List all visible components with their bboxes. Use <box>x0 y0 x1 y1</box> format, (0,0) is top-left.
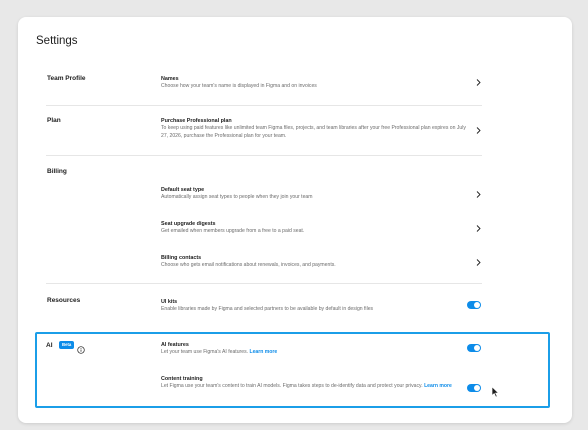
ai-features-toggle[interactable] <box>467 344 481 352</box>
chevron-right-icon[interactable] <box>474 126 483 135</box>
toggle-knob <box>474 345 480 351</box>
chevron-right-icon[interactable] <box>474 258 483 267</box>
ai-features-desc-text: Let your team use Figma's AI features. <box>161 349 249 355</box>
row-desc-names: Choose how your team's name is displayed… <box>161 83 317 89</box>
row-desc-content-training: Let Figma use your team's content to tra… <box>161 382 465 390</box>
divider <box>46 283 482 284</box>
mouse-pointer-icon <box>491 385 500 398</box>
chevron-right-icon[interactable] <box>474 190 483 199</box>
page-title: Settings <box>36 35 78 47</box>
divider <box>46 155 482 156</box>
divider <box>46 105 482 106</box>
section-label-resources: Resources <box>47 297 81 304</box>
content-training-desc-text: Let Figma use your team's content to tra… <box>161 383 423 389</box>
section-label-billing: Billing <box>47 168 67 175</box>
row-desc-ai-features: Let your team use Figma's AI features. L… <box>161 348 481 356</box>
section-label-team-profile: Team Profile <box>47 75 86 82</box>
learn-more-link[interactable]: Learn more <box>424 383 452 389</box>
chevron-right-icon[interactable] <box>474 224 483 233</box>
toggle-knob <box>474 302 480 308</box>
learn-more-link[interactable]: Learn more <box>249 349 277 355</box>
row-desc-seat-upgrade-digests: Get emailed when members upgrade from a … <box>161 228 305 234</box>
chevron-right-icon[interactable] <box>474 78 483 87</box>
content-training-toggle[interactable] <box>467 384 481 392</box>
ui-kits-toggle[interactable] <box>467 301 481 309</box>
row-desc-ui-kits: Enable libraries made by Figma and selec… <box>161 306 374 312</box>
toggle-knob <box>474 385 480 391</box>
beta-badge: Beta <box>59 341 75 349</box>
section-label-plan: Plan <box>47 117 61 124</box>
settings-panel: Settings Team Profile Names Choose how y… <box>18 17 572 423</box>
info-icon[interactable] <box>77 341 85 354</box>
section-label-ai: AI <box>46 342 53 349</box>
row-desc-purchase-plan: To keep using paid features like unlimit… <box>161 125 466 139</box>
row-desc-default-seat-type: Automatically assign seat types to peopl… <box>161 194 313 200</box>
row-desc-billing-contacts: Choose who gets email notifications abou… <box>161 262 336 268</box>
